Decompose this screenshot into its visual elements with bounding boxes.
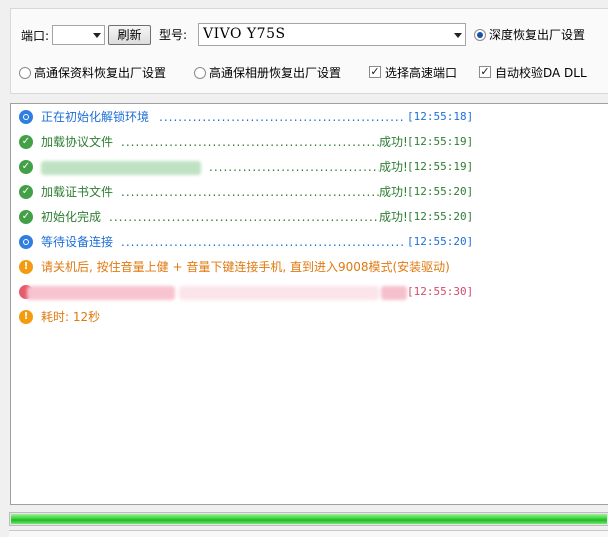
log-time: [12:55:18] xyxy=(407,110,474,123)
check-icon: ✓ xyxy=(19,135,33,149)
redacted-text xyxy=(41,161,201,175)
qualcomm-keep-data-radio[interactable] xyxy=(19,67,31,79)
qualcomm-keep-photos-radio[interactable] xyxy=(194,67,206,79)
progress-bar xyxy=(9,512,608,526)
log-row: ✓ ......................................… xyxy=(19,158,608,176)
info-icon xyxy=(19,235,33,249)
warning-icon: ! xyxy=(19,260,33,274)
log-time: [12:55:20] xyxy=(407,235,474,248)
chevron-down-icon xyxy=(93,33,101,38)
log-row: 等待设备连接 .................................… xyxy=(19,233,608,251)
log-time: [12:55:19] xyxy=(407,160,474,173)
check-icon: ✓ xyxy=(19,185,33,199)
settings-panel: 端口: 刷新 型号: VIVO Y75S 深度恢复出厂设置 高通保资料恢复出厂设… xyxy=(10,8,608,94)
log-row: ! 请关机后, 按住音量上健 + 音量下键连接手机, 直到进入9008模式(安装… xyxy=(19,258,608,276)
log-message: 等待设备连接 xyxy=(41,235,114,249)
model-label: 型号: xyxy=(159,28,188,42)
progress-fill xyxy=(11,514,607,524)
high-speed-port-checkbox[interactable]: ✓ xyxy=(369,66,381,78)
log-time: [12:55:20] xyxy=(407,210,474,223)
log-status: 成功! xyxy=(379,160,408,174)
log-time: [12:55:20] xyxy=(407,185,474,198)
high-speed-port-label[interactable]: 选择高速端口 xyxy=(385,66,457,80)
qualcomm-keep-data-label[interactable]: 高通保资料恢复出厂设置 xyxy=(34,66,166,80)
log-time: [12:55:30] xyxy=(407,285,474,298)
log-row: [12:55:30] xyxy=(19,283,608,301)
redacted-text xyxy=(381,286,407,300)
log-status: 成功! xyxy=(379,135,408,149)
log-dots: ........................................… xyxy=(159,110,404,124)
log-dots: ........................................… xyxy=(109,210,379,224)
chevron-down-icon xyxy=(454,32,462,38)
deep-reset-radio[interactable] xyxy=(474,29,486,41)
redacted-text xyxy=(27,286,175,300)
log-time: [12:55:19] xyxy=(407,135,474,148)
log-row: 正在初始化解锁环境 ..............................… xyxy=(19,108,608,126)
qualcomm-keep-photos-label[interactable]: 高通保相册恢复出厂设置 xyxy=(209,66,341,80)
log-row: ✓ 初始化完成 ................................… xyxy=(19,208,608,226)
log-message: 初始化完成 xyxy=(41,210,102,224)
log-status: 成功! xyxy=(379,185,408,199)
check-icon: ✓ xyxy=(19,160,33,174)
log-message: 加载协议文件 xyxy=(41,135,114,149)
log-row: ! 耗时: 12秒 xyxy=(19,308,608,326)
auto-verify-da-label[interactable]: 自动校验DA DLL xyxy=(495,66,587,80)
log-dots: ........................................… xyxy=(121,135,379,149)
log-dots: ........................................… xyxy=(121,185,379,199)
log-message: 正在初始化解锁环境 xyxy=(41,110,150,124)
log-dots: ........................................… xyxy=(209,160,379,174)
auto-verify-da-checkbox[interactable]: ✓ xyxy=(479,66,491,78)
port-label: 端口: xyxy=(21,29,50,43)
model-value: VIVO Y75S xyxy=(203,26,286,42)
log-status: 成功! xyxy=(379,210,408,224)
redacted-text xyxy=(179,286,379,300)
log-panel: 正在初始化解锁环境 ..............................… xyxy=(10,103,608,505)
port-select[interactable] xyxy=(52,25,105,45)
warning-icon: ! xyxy=(19,310,33,324)
info-icon xyxy=(19,110,33,124)
log-message: 加载证书文件 xyxy=(41,185,114,199)
log-message: 请关机后, 按住音量上健 + 音量下键连接手机, 直到进入9008模式(安装驱动… xyxy=(41,260,450,274)
model-select[interactable]: VIVO Y75S xyxy=(198,23,466,46)
log-dots: ........................................… xyxy=(121,235,404,249)
log-row: ✓ 加载证书文件 ...............................… xyxy=(19,183,608,201)
log-message: 耗时: 12秒 xyxy=(41,310,101,324)
refresh-button[interactable]: 刷新 xyxy=(108,25,151,45)
check-icon: ✓ xyxy=(19,210,33,224)
log-row: ✓ 加载协议文件 ...............................… xyxy=(19,133,608,151)
deep-reset-label[interactable]: 深度恢复出厂设置 xyxy=(489,28,585,42)
